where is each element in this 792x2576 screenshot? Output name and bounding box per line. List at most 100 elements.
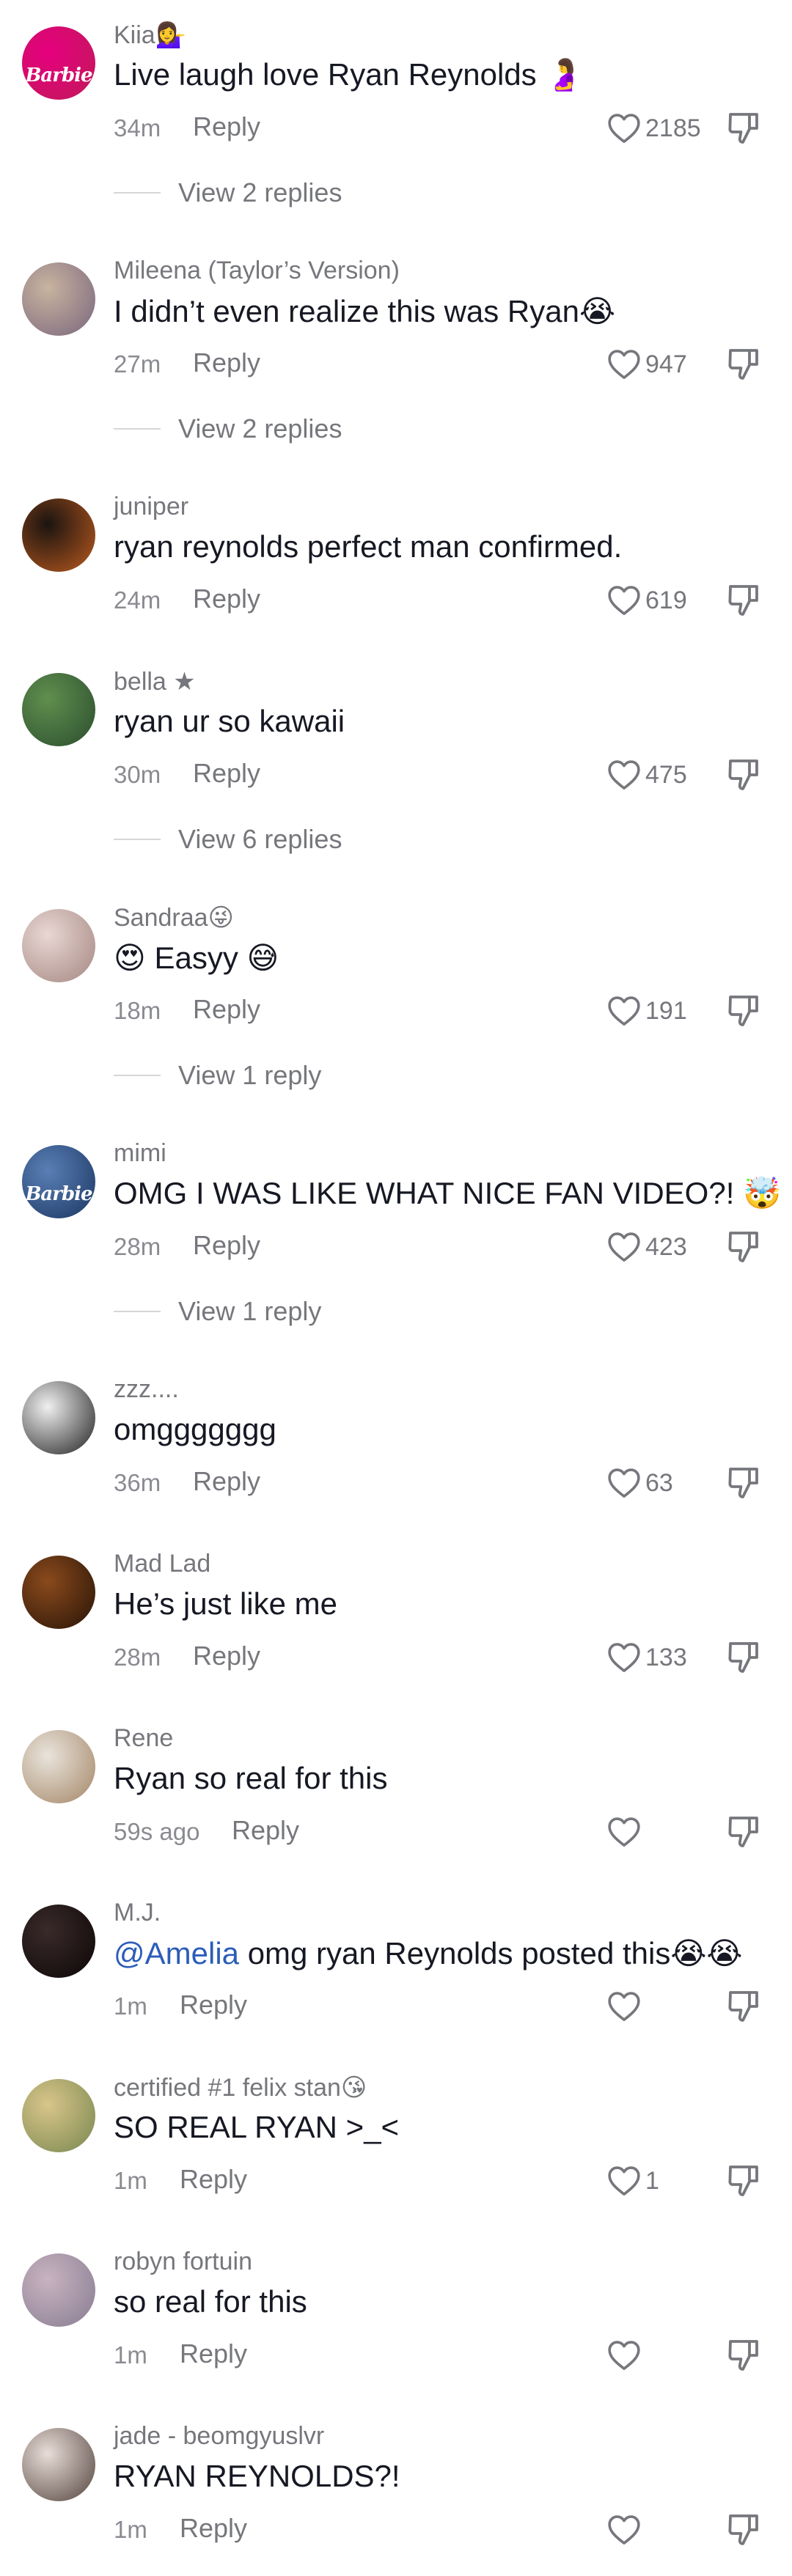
comment-text: @Amelia omg ryan Reynolds posted this😭😭 — [114, 1935, 742, 1971]
comment-text: ryan reynolds perfect man confirmed. — [114, 529, 623, 564]
view-replies-button[interactable]: View 6 replies — [114, 824, 342, 855]
like-button[interactable]: 475 — [607, 755, 687, 795]
dislike-icon[interactable] — [726, 346, 761, 383]
like-button[interactable]: 1 — [607, 2161, 659, 2201]
like-button[interactable] — [607, 2336, 641, 2375]
reply-button[interactable]: Reply — [180, 2513, 247, 2544]
dislike-icon[interactable] — [726, 582, 761, 619]
photo-avatar[interactable] — [22, 2079, 95, 2152]
dislike-icon[interactable] — [726, 110, 761, 147]
dislike-icon[interactable] — [726, 993, 761, 1029]
comment-username[interactable]: Mad Lad — [114, 1550, 210, 1578]
comment-time: 1m — [114, 1992, 147, 2020]
dislike-icon[interactable] — [726, 1229, 761, 1265]
comment-text: Ryan so real for this — [114, 1761, 388, 1795]
photo-avatar[interactable] — [22, 262, 95, 336]
heart-icon — [607, 996, 641, 1026]
comment-time: 34m — [114, 114, 161, 141]
like-button[interactable]: 133 — [607, 1638, 687, 1677]
comment-item: juniper ryan reynolds perfect man confirm… — [0, 472, 792, 647]
heart-icon — [607, 2514, 641, 2545]
comment-username[interactable]: certified #1 felix stan😘 — [114, 2073, 367, 2102]
photo-avatar[interactable] — [22, 1905, 95, 1978]
comment-text: I didn’t even realize this was Ryan😭 — [114, 294, 616, 328]
view-replies-divider — [114, 192, 161, 194]
like-button[interactable] — [607, 2510, 641, 2550]
like-button[interactable] — [607, 1812, 641, 1852]
comment-username[interactable]: zzz.... — [114, 1375, 179, 1404]
like-button[interactable]: 947 — [607, 345, 687, 384]
heart-icon — [607, 1642, 641, 1673]
comment-username[interactable]: juniper — [114, 493, 188, 521]
comment-item: Mad Lad He’s just like me 28m Reply 133 — [0, 1529, 792, 1704]
like-button[interactable]: 191 — [607, 991, 687, 1031]
reply-button[interactable]: Reply — [193, 1230, 260, 1261]
photo-avatar[interactable] — [22, 1556, 95, 1629]
barbie-logo-avatar[interactable]: Barbie — [22, 1145, 95, 1218]
dislike-icon[interactable] — [726, 2511, 761, 2548]
comment-username[interactable]: bella ★ — [114, 667, 196, 696]
reply-button[interactable]: Reply — [193, 994, 260, 1025]
comment-list: Barbie Kiia💁‍♀️ Live laugh love Ryan Reyno… — [0, 0, 792, 2576]
like-count: 1 — [645, 2166, 659, 2195]
dislike-icon[interactable] — [726, 1465, 761, 1501]
comment-text: so real for this — [114, 2284, 307, 2319]
dislike-icon[interactable] — [726, 2163, 761, 2199]
reply-button[interactable]: Reply — [193, 347, 260, 378]
photo-avatar[interactable] — [22, 498, 95, 572]
reply-button[interactable]: Reply — [193, 1641, 260, 1671]
avatar-logo-text: Barbie — [25, 1183, 92, 1205]
photo-avatar[interactable] — [22, 2253, 95, 2327]
photo-avatar[interactable] — [22, 1381, 95, 1454]
barbie-logo-avatar[interactable]: Barbie — [22, 26, 95, 100]
mention-link[interactable]: @Amelia — [114, 1936, 239, 1970]
comment-item: Barbie Kiia💁‍♀️ Live laugh love Ryan Reyno… — [0, 0, 792, 236]
photo-avatar[interactable] — [22, 1730, 95, 1803]
like-button[interactable] — [607, 1987, 641, 2026]
heart-icon — [607, 1232, 641, 1262]
reply-button[interactable]: Reply — [193, 584, 260, 614]
reply-button[interactable]: Reply — [180, 2338, 247, 2369]
like-count: 63 — [645, 1468, 673, 1497]
like-count: 475 — [645, 760, 687, 789]
like-button[interactable]: 63 — [607, 1463, 673, 1503]
comment-text-body: omg ryan Reynolds posted this😭😭 — [247, 1936, 743, 1970]
comment-time: 24m — [114, 586, 161, 614]
like-button[interactable]: 619 — [607, 581, 687, 620]
photo-avatar[interactable] — [22, 2428, 95, 2501]
heart-icon — [607, 585, 641, 616]
dislike-icon[interactable] — [726, 757, 761, 793]
comment-time: 59s ago — [114, 1818, 200, 1845]
reply-button[interactable]: Reply — [193, 111, 260, 142]
view-replies-button[interactable]: View 2 replies — [114, 177, 342, 208]
view-replies-label: View 2 replies — [178, 177, 342, 207]
reply-button[interactable]: Reply — [180, 2164, 247, 2195]
comment-username[interactable]: Kiia💁‍♀️ — [114, 21, 186, 50]
view-replies-button[interactable]: View 1 reply — [114, 1060, 321, 1091]
comment-username[interactable]: robyn fortuin — [114, 2248, 252, 2276]
comment-username[interactable]: mimi — [114, 1139, 166, 1168]
like-button[interactable]: 423 — [607, 1227, 687, 1267]
dislike-icon[interactable] — [726, 2337, 761, 2374]
comment-username[interactable]: jade - beomgyuslvr — [114, 2422, 324, 2451]
dislike-icon[interactable] — [726, 1988, 761, 2025]
photo-avatar[interactable] — [22, 909, 95, 982]
reply-button[interactable]: Reply — [180, 1990, 247, 2020]
dislike-icon[interactable] — [726, 1814, 761, 1850]
comment-username[interactable]: Sandraa😜 — [114, 903, 234, 932]
view-replies-button[interactable]: View 2 replies — [114, 413, 342, 444]
heart-icon — [607, 2340, 641, 2371]
comment-username[interactable]: Mileena (Taylor’s Version) — [114, 257, 400, 285]
comment-username[interactable]: Rene — [114, 1724, 173, 1753]
dislike-icon[interactable] — [726, 1639, 761, 1676]
view-replies-divider — [114, 1311, 161, 1312]
like-count: 619 — [645, 586, 687, 614]
reply-button[interactable]: Reply — [193, 758, 260, 789]
reply-button[interactable]: Reply — [232, 1815, 299, 1846]
reply-button[interactable]: Reply — [193, 1466, 260, 1497]
comment-time: 27m — [114, 350, 161, 378]
comment-username[interactable]: M.J. — [114, 1899, 161, 1927]
like-button[interactable]: 2185 — [607, 108, 701, 148]
photo-avatar[interactable] — [22, 673, 95, 746]
view-replies-button[interactable]: View 1 reply — [114, 1296, 321, 1327]
